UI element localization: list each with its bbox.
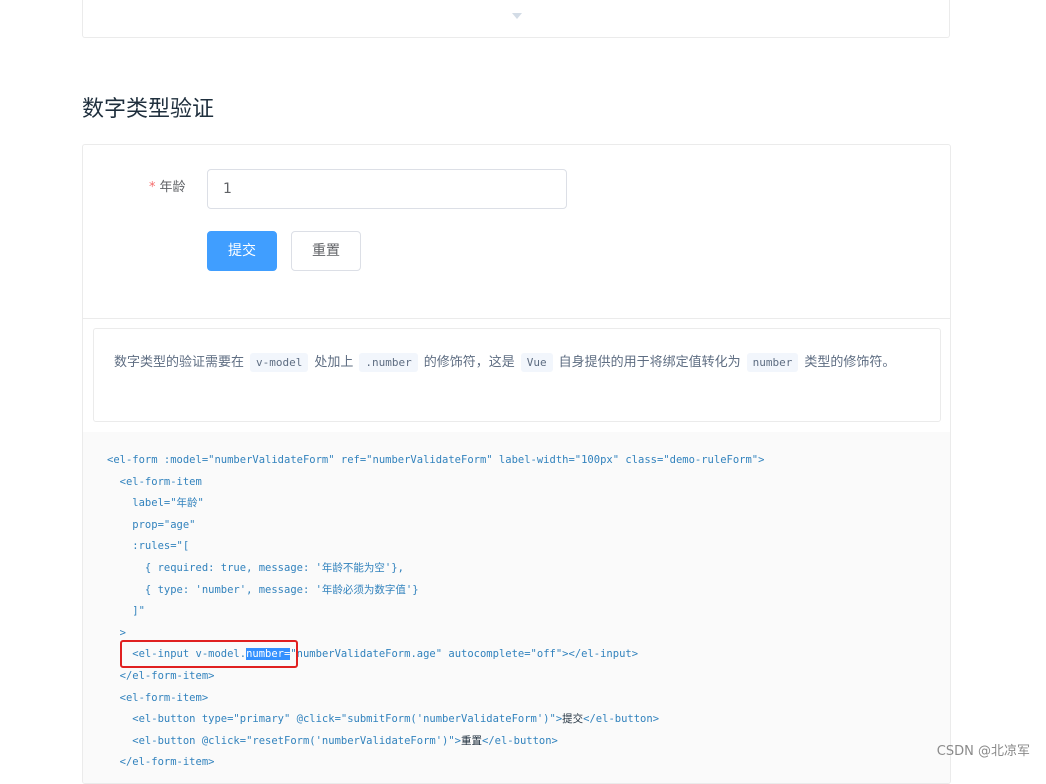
caret-down-icon[interactable] xyxy=(512,13,522,19)
previous-demo-card xyxy=(82,0,950,38)
reset-button[interactable]: 重置 xyxy=(291,231,361,271)
code-line: </el-form-item> xyxy=(107,669,215,682)
code-line: { required: true, message: '年龄不能为空'}, xyxy=(107,561,404,574)
code-line: { type: 'number', message: '年龄必须为数字值'} xyxy=(107,583,419,596)
submit-button[interactable]: 提交 xyxy=(207,231,277,271)
desc-code: .number xyxy=(359,353,418,372)
code-text: 提交 xyxy=(562,713,584,726)
desc-text: 自身提供的用于将绑定值转化为 xyxy=(558,355,741,370)
demo-form: *年龄 提交 重置 xyxy=(83,145,950,319)
desc-text: 数字类型的验证需要在 xyxy=(114,355,245,370)
desc-code: v-model xyxy=(250,353,309,372)
code-line: <el-input v-model. xyxy=(107,648,247,661)
desc-code: Vue xyxy=(520,353,553,372)
description-box: 数字类型的验证需要在 v-model 处加上 .number 的修饰符，这是 Vue 自身提… xyxy=(93,328,941,422)
selected-text: number= xyxy=(246,648,291,661)
age-input[interactable] xyxy=(207,169,567,209)
watermark: CSDN @北凉军 xyxy=(936,744,1030,759)
code-line: <el-form-item> xyxy=(107,691,209,704)
required-mark: * xyxy=(149,180,156,195)
code-block: <el-form :model="numberValidateForm" ref… xyxy=(83,432,950,783)
code-line: :rules="[ xyxy=(107,540,190,553)
desc-code: number xyxy=(746,353,799,372)
code-line: > xyxy=(107,626,126,639)
code-line: </el-button> xyxy=(482,734,558,747)
code-line: prop="age" xyxy=(107,518,196,531)
code-line: </el-button> xyxy=(583,713,660,726)
code-line: <el-button type="primary" @click="submit… xyxy=(107,713,563,726)
code-line: <el-button @click="resetForm('numberVali… xyxy=(107,734,462,747)
code-line: ]" xyxy=(107,605,145,618)
age-label: * 年龄 xyxy=(149,180,186,196)
desc-text: 类型的修饰符。 xyxy=(804,355,896,370)
code-line: "numberValidateForm.age" autocomplete="o… xyxy=(290,648,639,661)
code-line: label="年龄" xyxy=(107,497,204,510)
code-line: <el-form :model="numberValidateForm" ref… xyxy=(107,454,765,466)
desc-text: 处加上 xyxy=(314,355,354,370)
code-content: <el-form :model="numberValidateForm" ref… xyxy=(107,450,764,774)
age-label-text: 年龄 xyxy=(159,180,186,195)
demo-card: *年龄 提交 重置 数字类型的验证需要在 v-model 处加上 .number 的修饰… xyxy=(82,144,951,784)
code-text: 重置 xyxy=(461,734,483,747)
section-title: 数字类型验证 xyxy=(82,97,215,122)
code-line: <el-form-item xyxy=(107,475,202,488)
desc-text: 的修饰符，这是 xyxy=(423,355,515,370)
